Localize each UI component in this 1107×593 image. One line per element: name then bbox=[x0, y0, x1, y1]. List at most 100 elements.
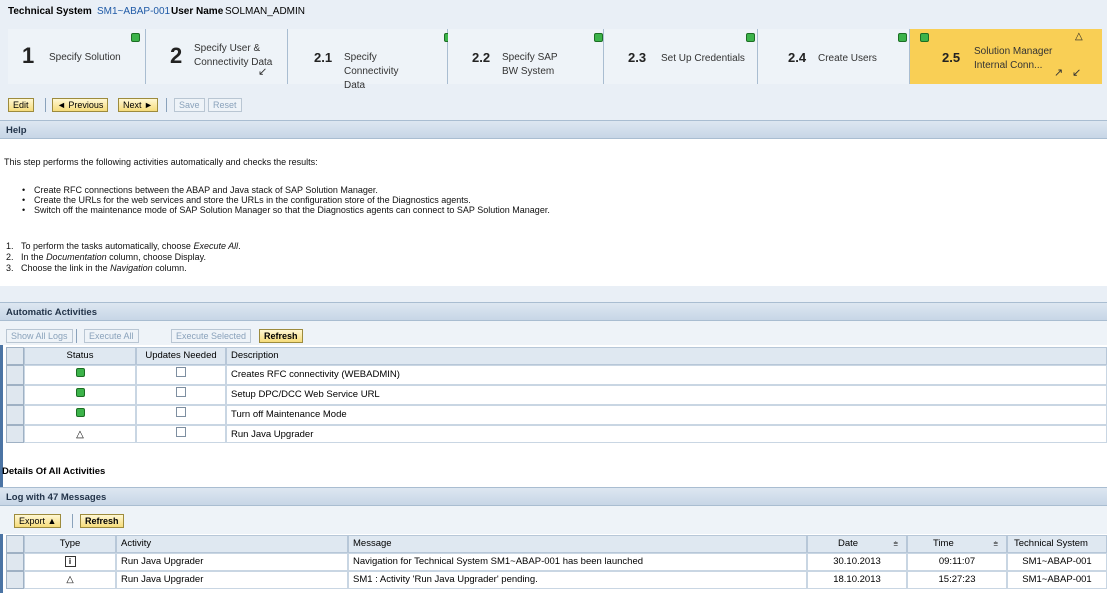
column-header-activity[interactable]: Activity bbox=[116, 535, 348, 553]
date-cell: 18.10.2013 bbox=[807, 571, 907, 589]
toolbar-separator bbox=[72, 514, 73, 528]
status-cell bbox=[24, 385, 136, 405]
previous-button[interactable]: ◄ Previous bbox=[52, 98, 109, 112]
updates-needed-cell bbox=[136, 425, 226, 443]
roadmap-step-2[interactable]: △ 2 Specify User & Connectivity Data ↙ bbox=[146, 29, 304, 84]
roadmap-step-2-4[interactable]: 2.4 Create Users bbox=[758, 29, 910, 84]
status-ok-icon bbox=[746, 33, 755, 42]
status-ok-icon bbox=[898, 33, 907, 42]
refresh-button[interactable]: Refresh bbox=[259, 329, 303, 343]
user-name-value: SOLMAN_ADMIN bbox=[225, 6, 306, 17]
help-step-3: 3. Choose the link in the Navigation col… bbox=[6, 263, 187, 273]
technical-system-cell: SM1~ABAP-001 bbox=[1007, 571, 1107, 589]
show-all-logs-button[interactable]: Show All Logs bbox=[6, 329, 73, 343]
row-selector[interactable] bbox=[6, 571, 24, 589]
details-title: Details Of All Activities bbox=[2, 466, 106, 477]
filter-icon: ⩧ bbox=[993, 539, 998, 548]
log-refresh-button[interactable]: Refresh bbox=[80, 514, 124, 528]
status-warning-icon: △ bbox=[1075, 31, 1083, 42]
log-toolbar: Export ▲ Refresh bbox=[0, 506, 1107, 534]
row-selector[interactable] bbox=[6, 405, 24, 425]
automatic-activities-table: Status Updates Needed Description Create… bbox=[0, 345, 1107, 443]
help-bullet: • Switch off the maintenance mode of SAP … bbox=[22, 205, 550, 215]
message-cell: Navigation for Technical System SM1~ABAP… bbox=[348, 553, 807, 571]
export-button[interactable]: Export ▲ bbox=[14, 514, 62, 528]
status-ok-icon bbox=[131, 33, 140, 42]
help-bullet: • Create the URLs for the web services an… bbox=[22, 195, 471, 205]
updates-needed-checkbox[interactable] bbox=[176, 427, 186, 437]
execute-selected-button[interactable]: Execute Selected bbox=[171, 329, 252, 343]
column-header-time[interactable]: Time ⩧ bbox=[907, 535, 1007, 553]
updates-needed-checkbox[interactable] bbox=[176, 407, 186, 417]
column-header-status[interactable]: Status bbox=[24, 347, 136, 365]
column-header-date[interactable]: Date ⩧ bbox=[807, 535, 907, 553]
status-warning-icon: △ bbox=[76, 429, 84, 440]
status-cell: △ bbox=[24, 425, 136, 443]
main-toolbar: Edit ◄ Previous Next ► Save Reset bbox=[0, 90, 1107, 120]
description-cell: Setup DPC/DCC Web Service URL bbox=[226, 385, 1107, 405]
save-button[interactable]: Save bbox=[174, 98, 205, 112]
toolbar-separator bbox=[76, 329, 77, 343]
panel-gap bbox=[0, 286, 1107, 302]
help-panel-header[interactable]: Help bbox=[0, 120, 1107, 139]
execute-all-button[interactable]: Execute All bbox=[84, 329, 139, 343]
column-header-type[interactable]: Type bbox=[24, 535, 116, 553]
technical-system-cell: SM1~ABAP-001 bbox=[1007, 553, 1107, 571]
row-selector[interactable] bbox=[6, 553, 24, 571]
automatic-toolbar: Show All Logs Execute All Execute Select… bbox=[0, 321, 1107, 345]
next-button[interactable]: Next ► bbox=[118, 98, 158, 112]
help-intro: This step performs the following activit… bbox=[4, 157, 318, 167]
column-header-message[interactable]: Message bbox=[348, 535, 807, 553]
info-icon: i bbox=[64, 556, 76, 567]
technical-system-label: Technical System bbox=[8, 6, 92, 17]
status-cell bbox=[24, 405, 136, 425]
expand-arrow-icon: ↙ bbox=[258, 66, 268, 78]
context-header: Technical System SM1~ABAP-001 User Name … bbox=[0, 0, 1107, 22]
roadmap-step-2-2[interactable]: 2.2 Specify SAP BW System bbox=[448, 29, 604, 84]
updates-needed-checkbox[interactable] bbox=[176, 367, 186, 377]
automatic-activities-header[interactable]: Automatic Activities bbox=[0, 302, 1107, 321]
message-cell: SM1 : Activity 'Run Java Upgrader' pendi… bbox=[348, 571, 807, 589]
log-panel-header[interactable]: Log with 47 Messages bbox=[0, 487, 1107, 506]
description-cell: Creates RFC connectivity (WEBADMIN) bbox=[226, 365, 1107, 385]
updates-needed-cell bbox=[136, 385, 226, 405]
collapse-arrow-icon[interactable]: ↙ bbox=[1072, 66, 1081, 79]
column-header-updates-needed[interactable]: Updates Needed bbox=[136, 347, 226, 365]
roadmap-step-2-1[interactable]: 2.1 Specify Connectivity Data bbox=[288, 29, 453, 91]
user-name-label: User Name bbox=[171, 6, 224, 17]
row-selector[interactable] bbox=[6, 425, 24, 443]
edit-button[interactable]: Edit bbox=[8, 98, 34, 112]
column-header-technical-system[interactable]: Technical System bbox=[1007, 535, 1107, 553]
time-cell: 15:27:23 bbox=[907, 571, 1007, 589]
row-selector[interactable] bbox=[6, 385, 24, 405]
roadmap: 1 Specify Solution △ 2 Specify User & Co… bbox=[0, 22, 1107, 91]
help-bullet: • Create RFC connections between the ABAP… bbox=[22, 185, 378, 195]
time-cell: 09:11:07 bbox=[907, 553, 1007, 571]
toolbar-separator bbox=[166, 98, 167, 112]
status-ok-icon bbox=[75, 368, 85, 377]
description-cell: Run Java Upgrader bbox=[226, 425, 1107, 443]
status-cell bbox=[24, 365, 136, 385]
select-all-cell[interactable] bbox=[6, 535, 24, 553]
activity-cell: Run Java Upgrader bbox=[116, 571, 348, 589]
type-cell: △ bbox=[24, 571, 116, 589]
filter-icon: ⩧ bbox=[893, 539, 898, 548]
activity-cell: Run Java Upgrader bbox=[116, 553, 348, 571]
date-cell: 30.10.2013 bbox=[807, 553, 907, 571]
description-cell: Turn off Maintenance Mode bbox=[226, 405, 1107, 425]
status-ok-icon bbox=[75, 408, 85, 417]
row-selector[interactable] bbox=[6, 365, 24, 385]
roadmap-step-2-3[interactable]: 2.3 Set Up Credentials bbox=[604, 29, 758, 84]
select-all-cell[interactable] bbox=[6, 347, 24, 365]
log-table: Type Activity Message Date ⩧ Time ⩧ Techni… bbox=[0, 533, 1107, 593]
help-panel: This step performs the following activit… bbox=[0, 139, 1107, 287]
updates-needed-checkbox[interactable] bbox=[176, 387, 186, 397]
column-header-description[interactable]: Description bbox=[226, 347, 1107, 365]
toolbar-separator bbox=[45, 98, 46, 112]
roadmap-step-1[interactable]: 1 Specify Solution bbox=[8, 29, 146, 84]
reset-button[interactable]: Reset bbox=[208, 98, 242, 112]
roadmap-step-2-5[interactable]: △ 2.5 Solution Manager Internal Conn... … bbox=[910, 29, 1102, 84]
navigate-arrow-icon[interactable]: ↗ bbox=[1054, 66, 1063, 79]
warning-icon: △ bbox=[66, 574, 74, 585]
help-step-1: 1. To perform the tasks automatically, c… bbox=[6, 241, 241, 251]
